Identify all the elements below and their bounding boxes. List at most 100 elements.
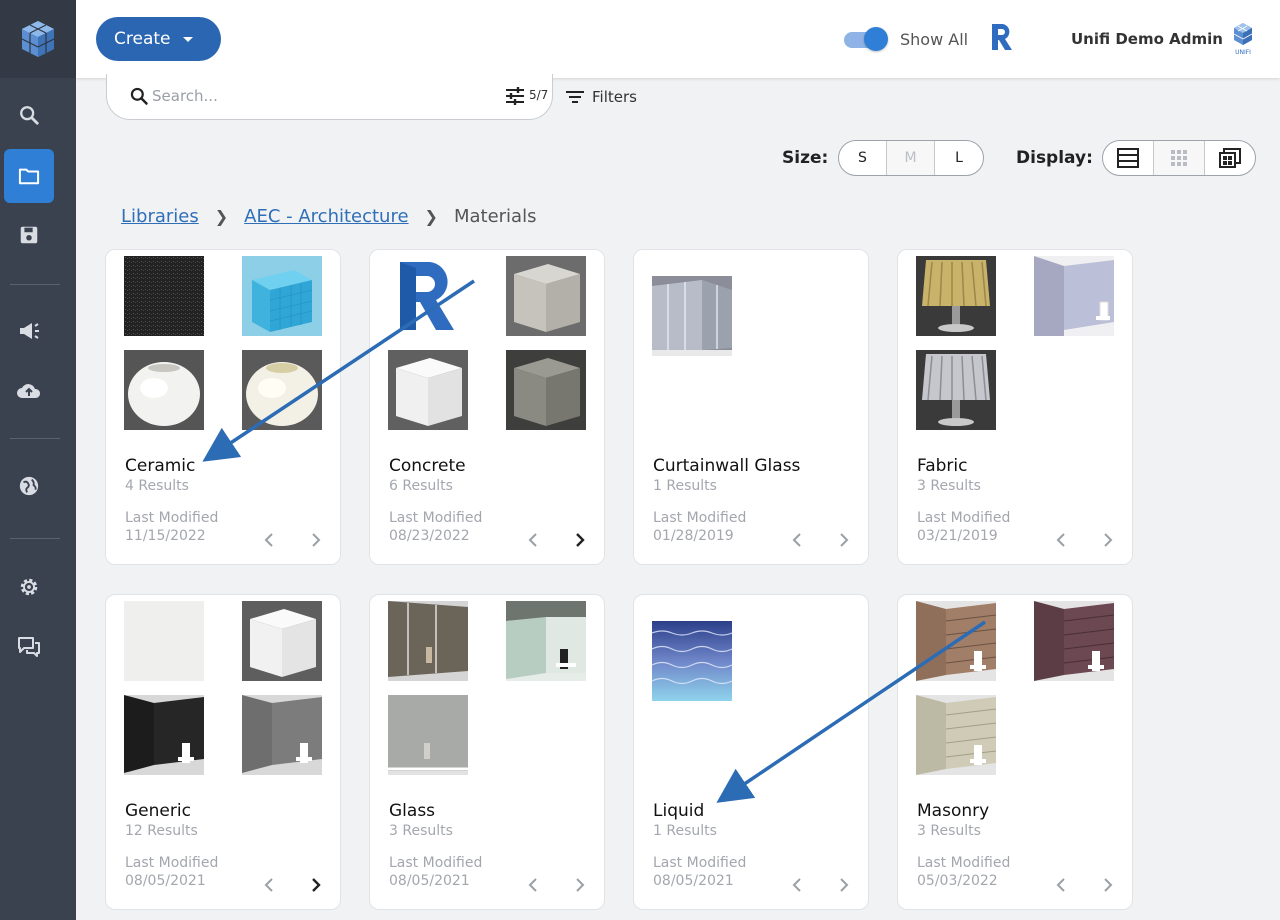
library-card-concrete[interactable]: Concrete 6 Results Last Modified 08/23/2…: [369, 249, 605, 565]
unifi-logo[interactable]: UNIFI: [1232, 22, 1254, 60]
user-name[interactable]: Unifi Demo Admin: [1071, 30, 1223, 48]
app-logo[interactable]: [0, 0, 76, 78]
size-m-button[interactable]: M: [887, 141, 935, 175]
chevron-left-icon[interactable]: [261, 530, 277, 550]
card-modified-label: Last Modified: [653, 510, 747, 526]
card-title: Concrete: [389, 456, 466, 476]
chevron-left-icon[interactable]: [789, 875, 805, 895]
card-result-count: 6 Results: [389, 478, 453, 494]
list-view-button[interactable]: [1103, 141, 1154, 175]
card-title: Ceramic: [125, 456, 196, 476]
library-card-generic[interactable]: Generic 12 Results Last Modified 08/05/2…: [105, 594, 341, 910]
display-label: Display:: [1016, 148, 1093, 168]
sidebar-item-settings[interactable]: [4, 560, 54, 614]
library-card-curtainwall-glass[interactable]: Curtainwall Glass 1 Results Last Modifie…: [633, 249, 869, 565]
card-modified-label: Last Modified: [389, 510, 483, 526]
search-icon: [20, 106, 39, 125]
sliders-icon[interactable]: [505, 86, 525, 106]
thumbnail-gold-drape: [916, 256, 996, 336]
card-result-count: 3 Results: [917, 478, 981, 494]
card-modified-date: 08/05/2021: [389, 873, 470, 889]
chevron-right-icon[interactable]: [836, 875, 852, 895]
show-all-label: Show All: [900, 30, 969, 49]
chevron-right-icon: ❯: [424, 207, 438, 226]
card-result-count: 4 Results: [125, 478, 189, 494]
card-modified-label: Last Modified: [653, 855, 747, 871]
size-label: Size:: [782, 148, 829, 168]
chevron-left-icon[interactable]: [1053, 875, 1069, 895]
card-modified-date: 08/23/2022: [389, 528, 470, 544]
thumbnail-glass-partition: [388, 601, 468, 681]
thumbnail-blue-tile-cube: [242, 256, 322, 336]
breadcrumb-aec-architecture[interactable]: AEC - Architecture: [244, 206, 408, 227]
card-modified-date: 05/03/2022: [917, 873, 998, 889]
size-l-button[interactable]: L: [935, 141, 983, 175]
chevron-left-icon[interactable]: [525, 875, 541, 895]
thumbnail-fabric-wall: [1034, 256, 1114, 336]
gear-icon: [20, 578, 38, 596]
list-view-icon: [1117, 148, 1139, 168]
card-modified-date: 08/05/2021: [653, 873, 734, 889]
sidebar-item-chat[interactable]: [4, 620, 54, 674]
library-card-fabric[interactable]: Fabric 3 Results Last Modified 03/21/201…: [897, 249, 1133, 565]
library-card-masonry[interactable]: Masonry 3 Results Last Modified 05/03/20…: [897, 594, 1133, 910]
chevron-right-icon[interactable]: [836, 530, 852, 550]
card-title: Curtainwall Glass: [653, 456, 801, 476]
thumbnail-water: [652, 621, 732, 701]
chevron-left-icon[interactable]: [525, 530, 541, 550]
sidebar-item-announcements[interactable]: [4, 304, 54, 358]
chevron-right-icon[interactable]: [1100, 875, 1116, 895]
show-all-toggle[interactable]: [842, 27, 888, 51]
create-button[interactable]: Create: [96, 17, 221, 61]
search-input[interactable]: [152, 84, 492, 108]
thumbnail-curtainwall: [652, 276, 732, 356]
card-title: Generic: [125, 801, 191, 821]
top-header: Create Show All Unifi Demo Admin UNIFI: [76, 0, 1280, 78]
size-s-button[interactable]: S: [839, 141, 887, 175]
chevron-right-icon[interactable]: [308, 530, 324, 550]
search-icon: [130, 87, 148, 105]
caret-down-icon: [182, 36, 193, 42]
filter-count: 5/7: [529, 88, 549, 102]
card-title: Glass: [389, 801, 436, 821]
chevron-left-icon[interactable]: [261, 875, 277, 895]
chevron-right-icon[interactable]: [572, 530, 588, 550]
sidebar-item-web[interactable]: [4, 459, 54, 513]
chevron-left-icon[interactable]: [789, 530, 805, 550]
filter-lines-icon: [566, 91, 584, 103]
card-modified-date: 11/15/2022: [125, 528, 206, 544]
library-card-ceramic[interactable]: Ceramic 4 Results Last Modified 11/15/20…: [105, 249, 341, 565]
megaphone-icon: [20, 323, 39, 339]
sidebar-item-upload[interactable]: [4, 364, 54, 418]
sidebar-divider: [10, 438, 60, 439]
card-modified-label: Last Modified: [917, 510, 1011, 526]
thumbnail-cream-stone-wall: [916, 695, 996, 775]
size-toggle-group: S M L: [838, 140, 984, 176]
breadcrumb-current: Materials: [453, 206, 537, 227]
grid-view-button[interactable]: [1154, 141, 1205, 175]
chevron-right-icon[interactable]: [308, 875, 324, 895]
sidebar-item-saved[interactable]: [4, 208, 54, 262]
chevron-right-icon[interactable]: [1100, 530, 1116, 550]
card-result-count: 1 Results: [653, 478, 717, 494]
unifi-logo-text: UNIFI: [1235, 49, 1251, 56]
sidebar-item-search[interactable]: [4, 88, 54, 142]
card-title: Fabric: [917, 456, 968, 476]
sidebar-item-libraries[interactable]: [4, 149, 54, 203]
library-card-liquid[interactable]: Liquid 1 Results Last Modified 08/05/202…: [633, 594, 869, 910]
filters-button[interactable]: Filters: [566, 88, 637, 106]
card-modified-date: 01/28/2019: [653, 528, 734, 544]
gallery-view-icon: [1219, 148, 1241, 168]
library-card-glass[interactable]: Glass 3 Results Last Modified 08/05/2021: [369, 594, 605, 910]
breadcrumb-libraries[interactable]: Libraries: [121, 206, 199, 227]
grid-view-icon: [1171, 150, 1187, 166]
chevron-right-icon[interactable]: [572, 875, 588, 895]
thumbnail-grey-wall: [242, 695, 322, 775]
chevron-left-icon[interactable]: [1053, 530, 1069, 550]
gallery-view-button[interactable]: [1205, 141, 1255, 175]
thumbnail-brown-stone-wall: [916, 601, 996, 681]
thumbnail-glass-room: [506, 601, 586, 681]
revit-logo-icon[interactable]: [990, 22, 1014, 56]
breadcrumb: Libraries ❯ AEC - Architecture ❯ Materia…: [121, 206, 536, 227]
card-modified-label: Last Modified: [389, 855, 483, 871]
